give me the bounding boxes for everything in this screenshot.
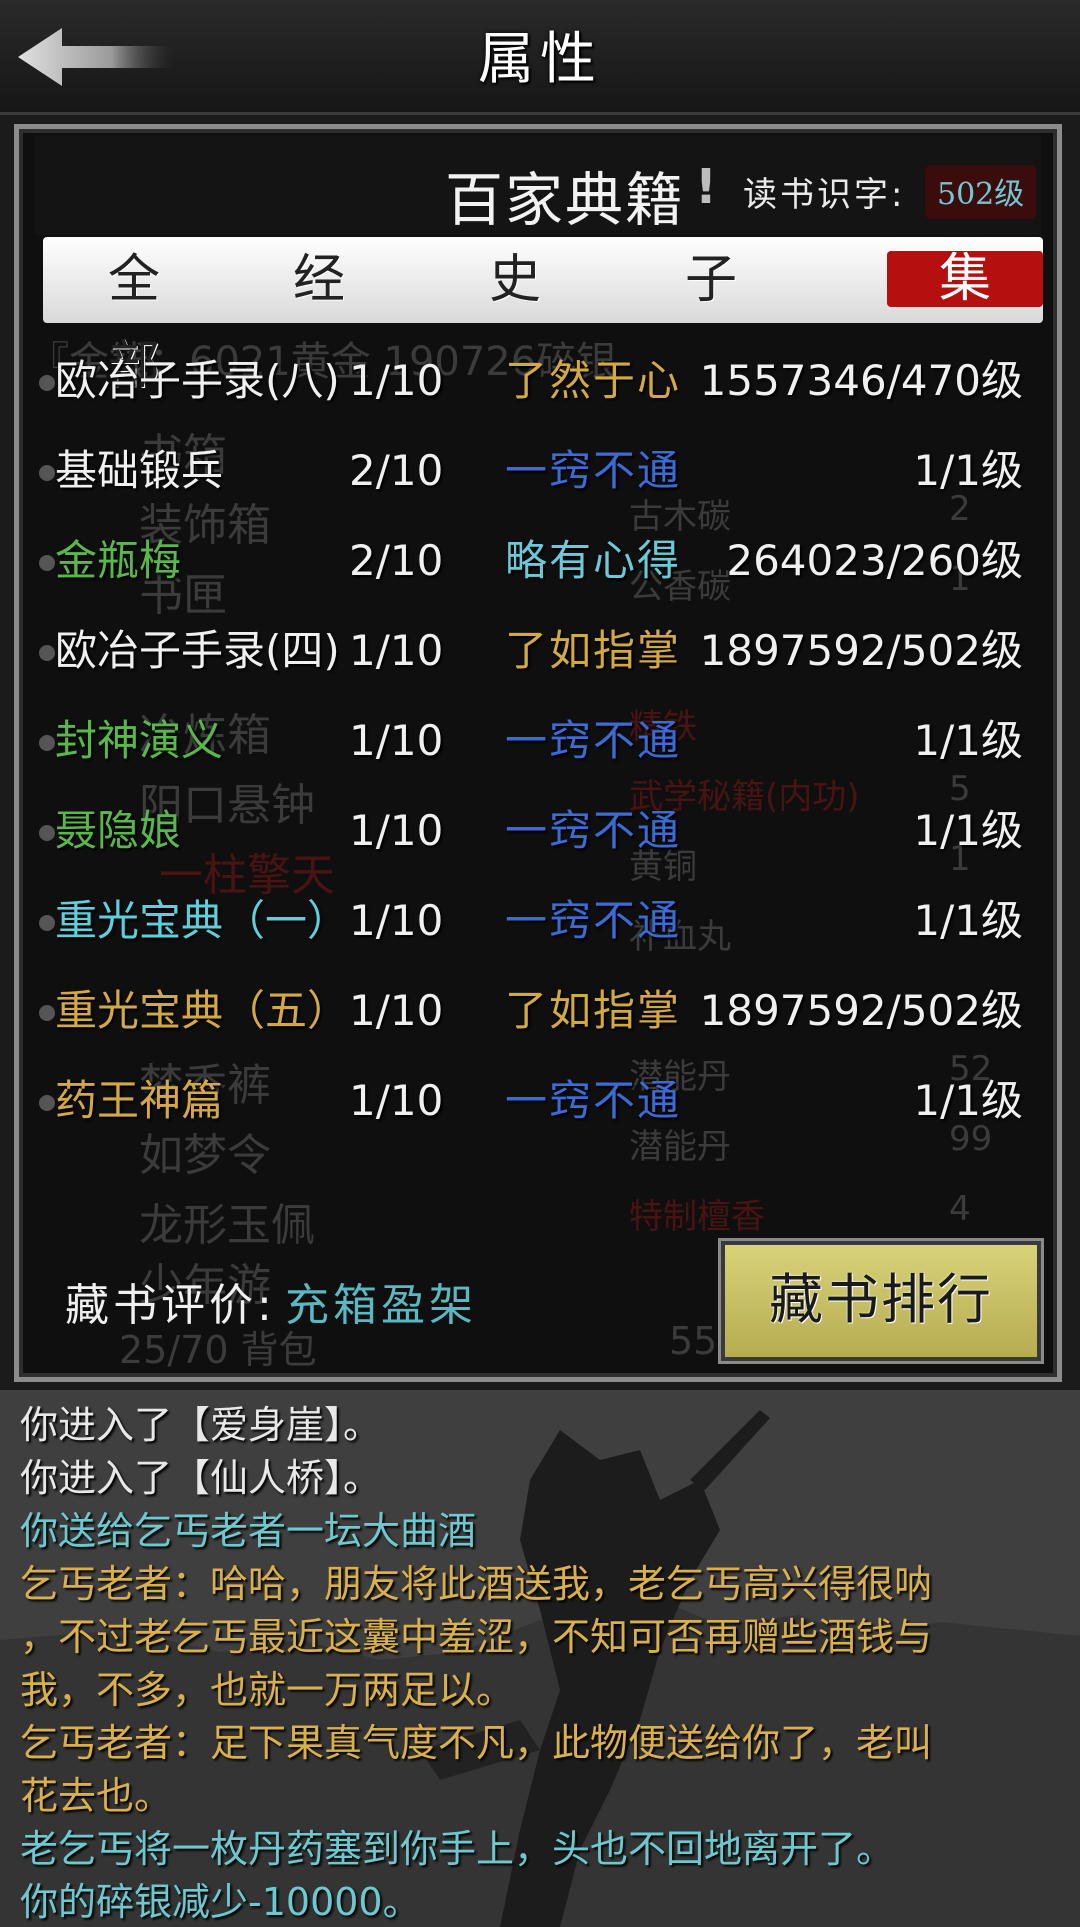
log-line: 你进入了【仙人桥】。 xyxy=(20,1456,382,1500)
log-line: ，不过老乞丐最近这囊中羞涩，不知可否再赠些酒钱与 xyxy=(20,1615,933,1659)
bullet-icon xyxy=(39,1005,55,1021)
book-count: 1/10 xyxy=(349,806,444,855)
book-count: 2/10 xyxy=(349,536,444,585)
book-mastery: 了如指掌 xyxy=(505,986,682,1035)
book-row[interactable]: 欧冶子手录(八) 1/10 了然于心 1557346/470级 xyxy=(19,341,1057,421)
log-line: 你的碎银减少-10000。 xyxy=(20,1880,421,1924)
bullet-icon xyxy=(39,915,55,931)
book-name: 欧冶子手录(四) xyxy=(55,626,340,675)
ghost-footer-right: 55 xyxy=(669,1319,718,1363)
bullet-icon xyxy=(39,465,55,481)
reading-skill-level: 502级 xyxy=(925,165,1037,219)
book-row[interactable]: 金瓶梅 2/10 略有心得 264023/260级 xyxy=(19,521,1057,601)
book-progress: 1/1级 xyxy=(913,1076,1023,1125)
bullet-icon xyxy=(39,645,55,661)
book-mastery: 一窍不通 xyxy=(505,446,682,495)
log-line: 老乞丐将一枚丹药塞到你手上，头也不回地离开了。 xyxy=(20,1827,895,1871)
ghost-count: 4 xyxy=(949,1189,971,1229)
book-progress: 1/1级 xyxy=(913,716,1023,765)
book-mastery: 了然于心 xyxy=(505,356,682,405)
book-name: 重光宝典（五） xyxy=(55,986,350,1035)
bullet-icon xyxy=(39,825,55,841)
book-count: 1/10 xyxy=(349,896,444,945)
top-bar: 属性 xyxy=(0,0,1080,115)
tab-shi[interactable]: 史 xyxy=(465,237,565,323)
ghost-item: 龙形玉佩 xyxy=(139,1200,315,1251)
book-progress: 1/1级 xyxy=(913,896,1023,945)
log-line: 花去也。 xyxy=(20,1774,173,1818)
book-count: 1/10 xyxy=(349,626,444,675)
category-tabs: 全部 经 史 子 集 xyxy=(43,237,1043,396)
page-title: 属性 xyxy=(478,27,602,92)
book-progress: 1897592/502级 xyxy=(699,986,1023,1035)
ghost-item-value: 特制檀香 xyxy=(629,1197,765,1237)
collection-ranking-button[interactable]: 藏书排行 xyxy=(718,1238,1044,1364)
book-progress: 1/1级 xyxy=(913,806,1023,855)
collection-rating-label: 藏书评价: xyxy=(65,1280,276,1331)
book-progress: 264023/260级 xyxy=(726,536,1023,585)
bullet-icon xyxy=(39,735,55,751)
log-line: 我，不多，也就一万两足以。 xyxy=(20,1668,515,1712)
book-mastery: 一窍不通 xyxy=(505,806,682,855)
log-line: 你送给乞丐老者一坛大曲酒 xyxy=(20,1509,477,1553)
book-count: 1/10 xyxy=(349,716,444,765)
tab-all[interactable]: 全部 xyxy=(79,237,219,396)
book-name: 聂隐娘 xyxy=(55,806,182,855)
books-panel: 人物属性 『金钱：6021黄金 190726碎银 书箱 装饰箱 书匣 冶炼箱 阳… xyxy=(14,124,1062,1382)
book-row[interactable]: 聂隐娘 1/10 一窍不通 1/1级 xyxy=(19,791,1057,871)
panel-header: 百家典籍 ! 读书识字: 502级 xyxy=(35,135,1041,235)
exclamation-mark: ! xyxy=(695,159,717,215)
log-line: 你进入了【爱身崖】。 xyxy=(20,1403,382,1447)
book-progress: 1897592/502级 xyxy=(699,626,1023,675)
book-row[interactable]: 基础锻兵 2/10 一窍不通 1/1级 xyxy=(19,431,1057,511)
book-row[interactable]: 重光宝典（五） 1/10 了如指掌 1897592/502级 xyxy=(19,971,1057,1051)
bullet-icon xyxy=(39,375,55,391)
book-row[interactable]: 欧冶子手录(四) 1/10 了如指掌 1897592/502级 xyxy=(19,611,1057,691)
book-name: 欧冶子手录(八) xyxy=(55,356,340,405)
book-count: 1/10 xyxy=(349,356,444,405)
book-count: 1/10 xyxy=(349,986,444,1035)
tab-jing[interactable]: 经 xyxy=(269,237,369,323)
book-mastery: 了如指掌 xyxy=(505,626,682,675)
book-name: 封神演义 xyxy=(55,716,224,765)
book-mastery: 一窍不通 xyxy=(505,716,682,765)
book-mastery: 一窍不通 xyxy=(505,896,682,945)
panel-title: 百家典籍 xyxy=(445,166,686,234)
bullet-icon xyxy=(39,555,55,571)
book-count: 1/10 xyxy=(349,1076,444,1125)
book-progress: 1557346/470级 xyxy=(699,356,1023,405)
bullet-icon xyxy=(39,1095,55,1111)
log-line: 乞丐老者：哈哈，朋友将此酒送我，老乞丐高兴得很呐 xyxy=(20,1562,933,1606)
collection-rating-value: 充箱盈架 xyxy=(285,1280,477,1331)
book-name: 基础锻兵 xyxy=(55,446,224,495)
book-name: 药王神篇 xyxy=(55,1076,224,1125)
tab-zi[interactable]: 子 xyxy=(661,237,761,323)
book-name: 重光宝典（一） xyxy=(55,896,350,945)
reading-skill-label: 读书识字: xyxy=(743,175,906,215)
book-row[interactable]: 药王神篇 1/10 一窍不通 1/1级 xyxy=(19,1061,1057,1141)
book-mastery: 略有心得 xyxy=(505,536,682,585)
message-log: 你进入了【爱身崖】。 你进入了【仙人桥】。 你送给乞丐老者一坛大曲酒 乞丐老者：… xyxy=(0,1390,1080,1927)
tab-ji[interactable]: 集 xyxy=(887,251,1043,307)
book-count: 2/10 xyxy=(349,446,444,495)
book-row[interactable]: 重光宝典（一） 1/10 一窍不通 1/1级 xyxy=(19,881,1057,961)
book-name: 金瓶梅 xyxy=(55,536,182,585)
book-progress: 1/1级 xyxy=(913,446,1023,495)
log-line: 乞丐老者：足下果真气度不凡，此物便送给你了，老叫 xyxy=(20,1721,933,1765)
book-row[interactable]: 封神演义 1/10 一窍不通 1/1级 xyxy=(19,701,1057,781)
book-mastery: 一窍不通 xyxy=(505,1076,682,1125)
